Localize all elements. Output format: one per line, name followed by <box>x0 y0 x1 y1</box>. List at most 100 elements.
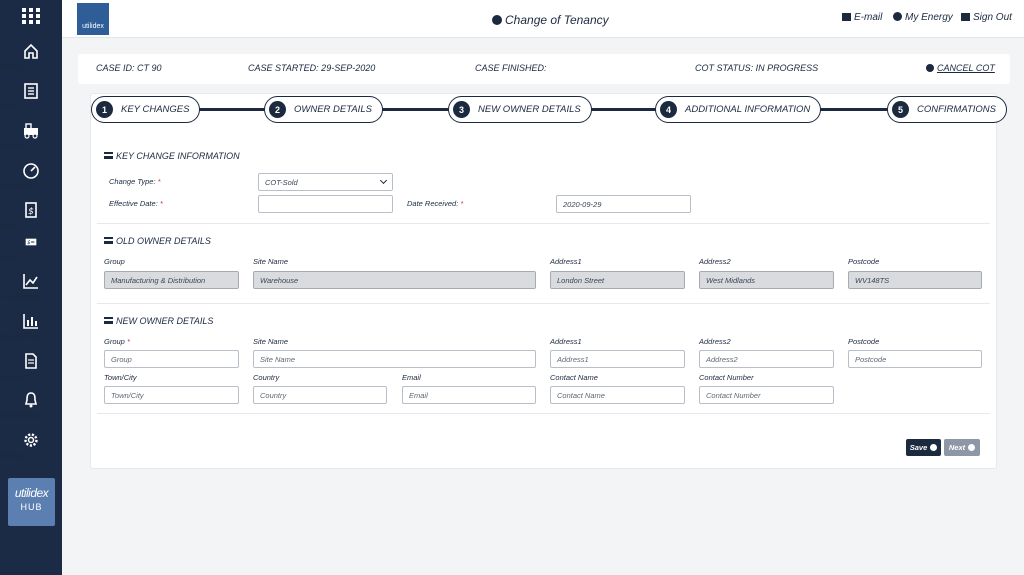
old-address1-field: London Street <box>550 271 685 289</box>
new-group-input[interactable]: Group <box>104 350 239 368</box>
save-button-label: Save <box>909 443 928 452</box>
sidebar-item-label: Metering <box>0 181 32 190</box>
date-received-label-text: Date Received: <box>407 199 459 208</box>
new-address2-input[interactable]: Address2 <box>699 350 834 368</box>
section-divider <box>97 413 990 414</box>
new-address1-input[interactable]: Address1 <box>550 350 685 368</box>
contact-number-input[interactable]: Contact Number <box>699 386 834 404</box>
email-link[interactable]: E-mail <box>842 12 882 23</box>
sidebar-item-sites[interactable]: Sites <box>0 82 62 111</box>
rates-icon: $= <box>25 238 37 246</box>
sidebar-item-reports[interactable]: Reports <box>0 352 62 381</box>
new-postcode-input[interactable]: Postcode <box>848 350 982 368</box>
step-number: 3 <box>453 101 470 118</box>
arrow-circle-right-icon <box>968 444 976 451</box>
sites-icon <box>24 83 38 99</box>
metering-icon <box>23 163 39 179</box>
contact-name-input[interactable]: Contact Name <box>550 386 685 404</box>
old-group-field: Manufacturing & Distribution <box>104 271 239 289</box>
section-title-text: OLD OWNER DETAILS <box>116 236 211 246</box>
sidebar-item-label: Market Data <box>0 332 43 341</box>
change-type-label-text: Change Type: <box>109 177 156 186</box>
brand-logo[interactable]: utilidex <box>77 3 109 35</box>
section-divider <box>97 303 990 304</box>
sidebar-item-home[interactable]: Home <box>0 42 62 71</box>
new-site-name-input[interactable]: Site Name <box>253 350 536 368</box>
step-confirmations[interactable]: 5 CONFIRMATIONS <box>887 96 1007 123</box>
home-icon <box>24 43 38 59</box>
sidebar-item-bills[interactable]: $ Bills <box>0 201 62 230</box>
email-link-label: E-mail <box>854 12 883 23</box>
sidebar-item-rates[interactable]: $= Rates <box>0 238 62 261</box>
sidebar-item-forecasting[interactable]: Forecasting <box>0 272 62 301</box>
app-grid-icon[interactable] <box>22 8 40 24</box>
new-postcode-label: Postcode <box>848 337 880 346</box>
sidebar-item-tasks[interactable]: Tasks <box>0 121 62 150</box>
case-started: CASE STARTED: 29-SEP-2020 <box>248 63 376 73</box>
case-finished: CASE FINISHED: <box>475 63 547 73</box>
key-change-section-title: KEY CHANGE INFORMATION <box>104 151 240 161</box>
required-marker: * <box>126 337 130 346</box>
cancel-cot-link[interactable]: CANCEL COT <box>926 63 995 73</box>
country-input[interactable]: Country <box>253 386 387 404</box>
effective-date-label: Effective Date: * <box>109 199 163 208</box>
list-icon <box>104 152 113 159</box>
sidebar-item-label: Rates <box>0 252 21 261</box>
case-summary-bar: CASE ID: CT 90 CASE STARTED: 29-SEP-2020… <box>78 54 1010 84</box>
hub-logo-subtext: HUB <box>20 502 43 512</box>
sidebar: Home Sites Tasks Metering $ Bills $= Rat… <box>0 0 62 575</box>
save-button[interactable]: Save <box>906 439 941 456</box>
page-title-text: Change of Tenancy <box>505 13 609 27</box>
step-label: ADDITIONAL INFORMATION <box>685 104 811 115</box>
envelope-icon <box>842 13 851 21</box>
email-label: Email <box>402 373 421 382</box>
bills-icon: $ <box>25 202 37 218</box>
sidebar-item-label: Notifications <box>0 411 46 420</box>
email-input[interactable]: Email <box>402 386 536 404</box>
step-label: NEW OWNER DETAILS <box>478 104 581 115</box>
town-label: Town/City <box>104 373 137 382</box>
country-label: Country <box>253 373 280 382</box>
svg-text:$: $ <box>28 207 34 217</box>
step-label: OWNER DETAILS <box>294 104 372 115</box>
old-postcode-field: WV148TS <box>848 271 982 289</box>
sidebar-item-settings[interactable]: Settings <box>0 431 62 460</box>
sidebar-item-label: Tasks <box>0 141 21 150</box>
sign-out-link[interactable]: Sign Out <box>961 12 1012 23</box>
required-marker: * <box>159 199 163 208</box>
contact-number-label: Contact Number <box>699 373 754 382</box>
next-button[interactable]: Next <box>944 439 980 456</box>
date-received-label: Date Received: * <box>407 199 463 208</box>
change-type-value: COT-Sold <box>265 178 298 187</box>
svg-text:$=: $= <box>27 240 35 246</box>
step-number: 5 <box>892 101 909 118</box>
sign-out-link-label: Sign Out <box>973 12 1012 23</box>
sidebar-item-metering[interactable]: Metering <box>0 161 62 190</box>
step-key-changes[interactable]: 1 KEY CHANGES <box>91 96 201 123</box>
sidebar-item-market-data[interactable]: Market Data <box>0 312 62 341</box>
required-marker: * <box>460 199 464 208</box>
chevron-down-icon <box>379 176 388 185</box>
step-number: 1 <box>96 101 113 118</box>
new-group-label-text: Group <box>104 337 125 346</box>
town-input[interactable]: Town/City <box>104 386 239 404</box>
step-owner-details[interactable]: 2 OWNER DETAILS <box>264 96 383 123</box>
effective-date-input[interactable] <box>258 195 393 213</box>
utilidex-hub-logo[interactable]: utilidex HUB <box>8 478 55 526</box>
date-received-input[interactable]: 2020-09-29 <box>556 195 691 213</box>
old-postcode-label: Postcode <box>848 257 880 266</box>
market-data-icon <box>23 314 38 329</box>
sidebar-item-label: Home <box>0 62 21 71</box>
cot-status: COT STATUS: IN PROGRESS <box>695 63 819 73</box>
sign-out-icon <box>961 13 970 21</box>
step-number: 4 <box>660 101 677 118</box>
change-type-select[interactable]: COT-Sold <box>258 173 393 191</box>
sidebar-item-notifications[interactable]: Notifications <box>0 391 62 420</box>
list-icon <box>104 317 113 324</box>
step-additional-information[interactable]: 4 ADDITIONAL INFORMATION <box>655 96 822 123</box>
my-energy-link[interactable]: My Energy <box>893 12 953 23</box>
section-title-text: NEW OWNER DETAILS <box>116 316 214 326</box>
new-group-label: Group * <box>104 337 130 346</box>
step-new-owner-details[interactable]: 3 NEW OWNER DETAILS <box>448 96 592 123</box>
effective-date-label-text: Effective Date: <box>109 199 158 208</box>
